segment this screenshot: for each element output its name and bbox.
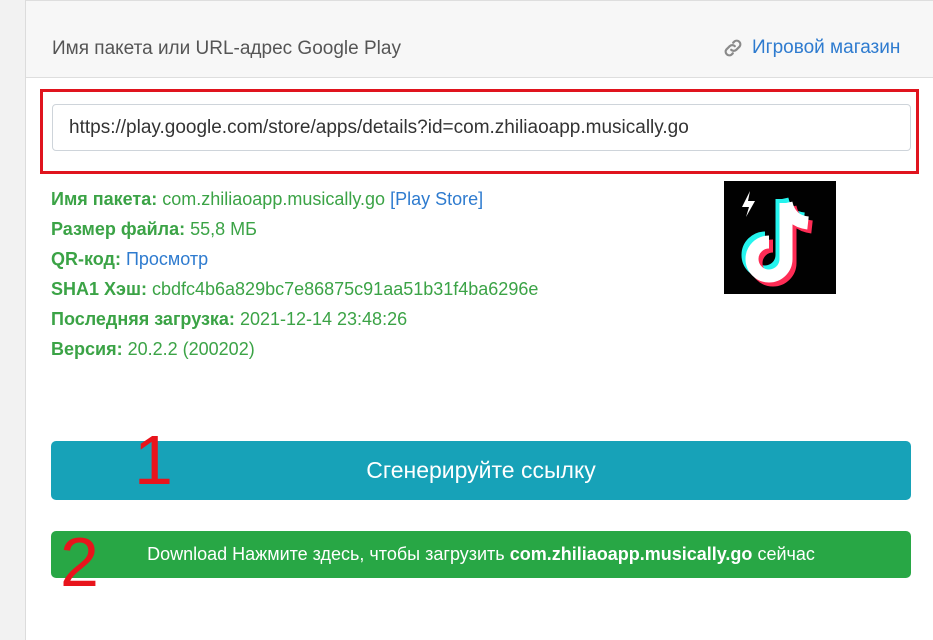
qr-view-link[interactable]: Просмотр	[126, 249, 208, 269]
link-icon	[722, 37, 744, 59]
package-info: Имя пакета: com.zhiliaoapp.musically.go …	[51, 184, 538, 364]
qr-code-label: QR-код:	[51, 249, 121, 269]
panel-title: Имя пакета или URL-адрес Google Play	[52, 38, 401, 59]
panel-header: Имя пакета или URL-адрес Google Play Игр…	[26, 0, 933, 78]
sha1-label: SHA1 Хэш:	[51, 279, 147, 299]
package-name-row: Имя пакета: com.zhiliaoapp.musically.go …	[51, 184, 538, 214]
last-download-row: Последняя загрузка: 2021-12-14 23:48:26	[51, 304, 538, 334]
last-download-value: 2021-12-14 23:48:26	[239, 309, 408, 329]
version-label: Версия:	[51, 339, 123, 359]
tiktok-lite-icon	[724, 181, 836, 294]
play-store-bracket-link[interactable]: [Play Store]	[390, 189, 483, 209]
version-value: 20.2.2 (200202)	[127, 339, 255, 359]
package-name-value: com.zhiliaoapp.musically.go	[162, 189, 386, 209]
annotation-number-2: 2	[60, 523, 99, 601]
package-name-label: Имя пакета:	[51, 189, 158, 209]
version-row: Версия: 20.2.2 (200202)	[51, 334, 538, 364]
download-prefix: Download Нажмите здесь, чтобы загрузить	[147, 544, 505, 564]
play-store-link[interactable]: Игровой магазин	[722, 37, 900, 59]
sha1-value: cbdfc4b6a829bc7e86875c91aa51b31f4ba6296e	[151, 279, 539, 299]
package-url-input[interactable]	[52, 104, 911, 151]
play-store-link-label: Игровой магазин	[752, 37, 901, 58]
last-download-label: Последняя загрузка:	[51, 309, 235, 329]
download-button[interactable]: Download Нажмите здесь, чтобы загрузить …	[51, 531, 911, 578]
download-package-name: com.zhiliaoapp.musically.go	[509, 544, 753, 564]
sha1-row: SHA1 Хэш: cbdfc4b6a829bc7e86875c91aa51b3…	[51, 274, 538, 304]
file-size-value: 55,8 МБ	[190, 219, 257, 239]
file-size-row: Размер файла: 55,8 МБ	[51, 214, 538, 244]
qr-code-row: QR-код: Просмотр	[51, 244, 538, 274]
download-suffix: сейчас	[757, 544, 815, 564]
annotation-number-1: 1	[134, 421, 173, 499]
generate-link-button[interactable]: Сгенерируйте ссылку	[51, 441, 911, 500]
file-size-label: Размер файла:	[51, 219, 186, 239]
